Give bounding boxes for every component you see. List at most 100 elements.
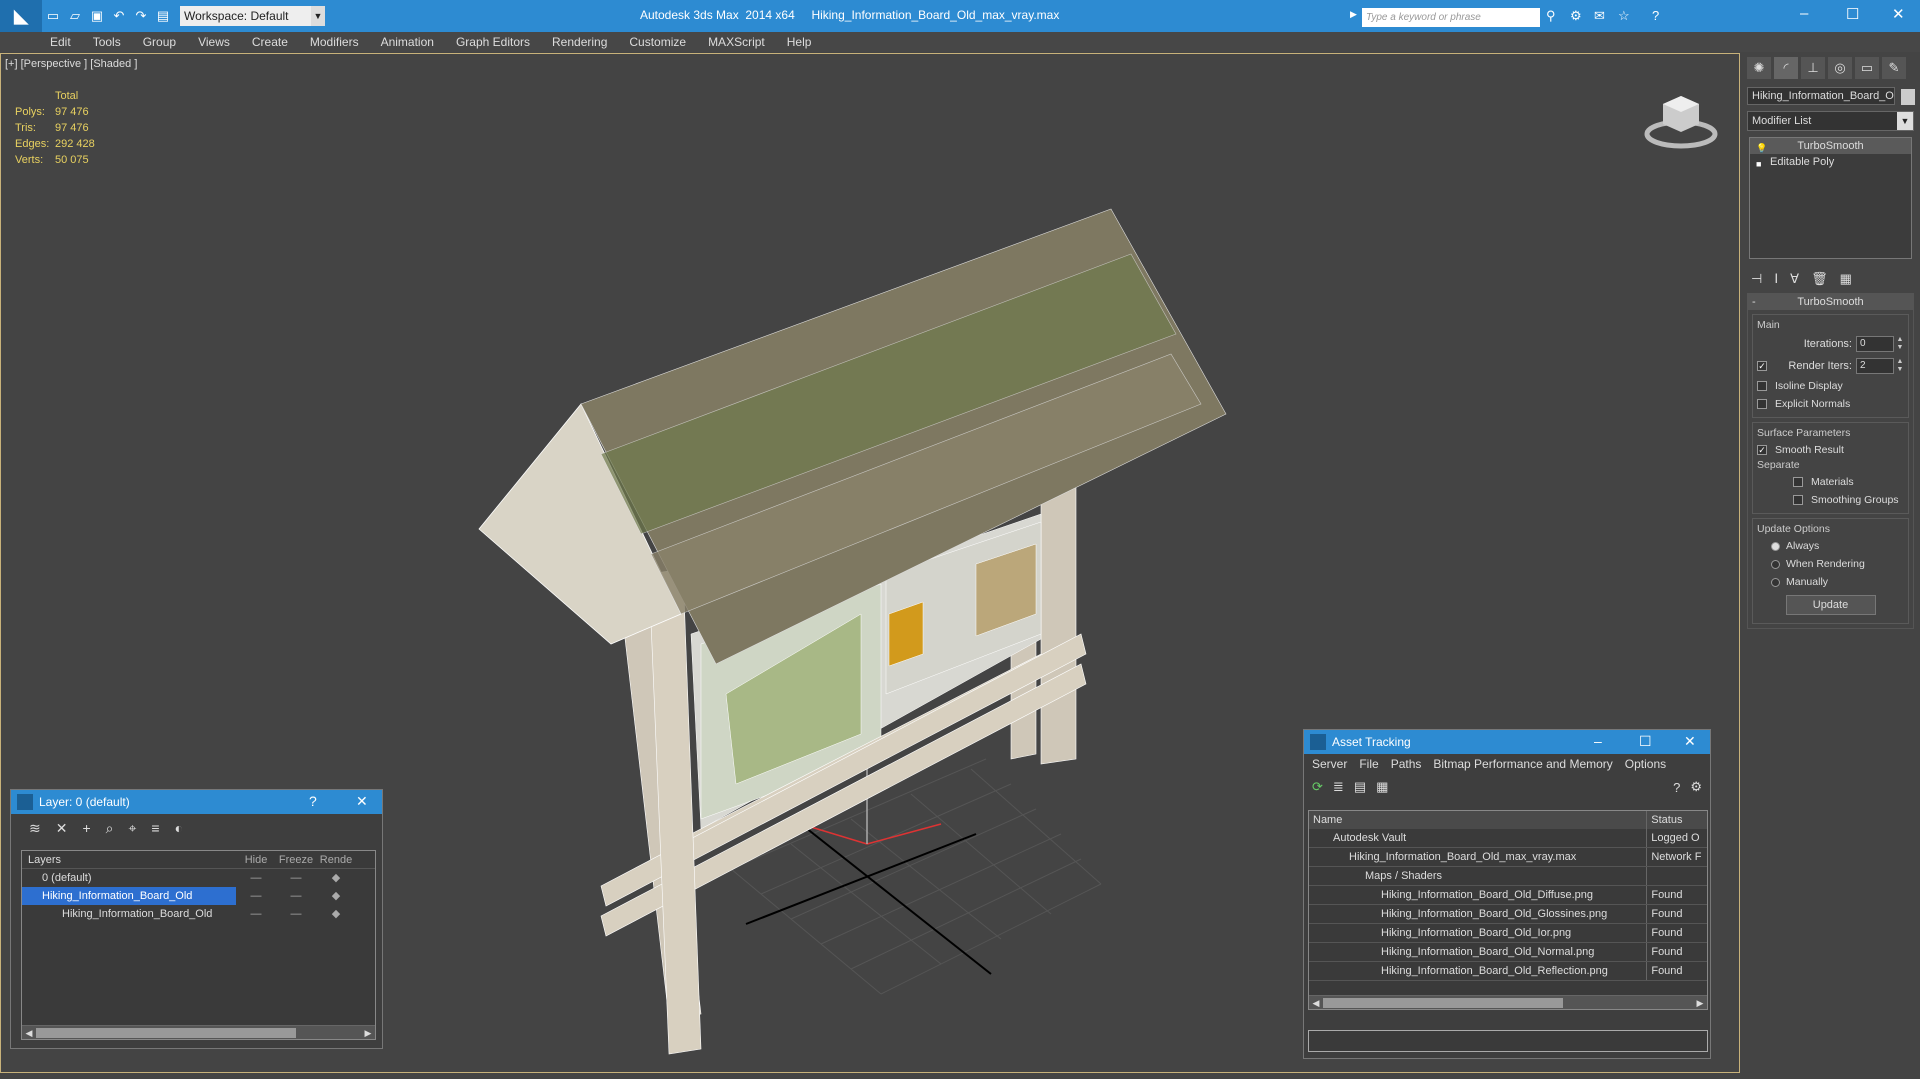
spinner-arrows-icon[interactable]: ▲ ▼ [1896,336,1904,352]
motion-tab-icon[interactable]: ◎ [1828,57,1852,79]
render-toggle-icon[interactable]: ◆ [316,887,356,905]
help-icon[interactable]: ? [1652,8,1659,23]
scroll-right-icon[interactable]: ▶ [361,1026,375,1040]
menu-options[interactable]: Options [1625,757,1666,771]
show-end-result-icon[interactable]: Ⅰ [1774,271,1778,286]
horizontal-scrollbar[interactable]: ◀ ▶ [22,1025,375,1039]
menu-file[interactable]: File [1359,757,1378,771]
update-button[interactable]: Update [1785,595,1876,615]
when-rendering-row[interactable]: When Rendering [1757,555,1904,573]
search-input[interactable]: Type a keyword or phrase [1362,8,1540,27]
scroll-thumb[interactable] [1323,998,1563,1008]
expand-icon[interactable]: ■ [1756,156,1764,169]
menu-views[interactable]: Views [198,35,230,49]
minimize-button[interactable]: – [1800,5,1808,22]
menu-maxscript[interactable]: MAXScript [708,35,765,49]
delete-icon[interactable]: ✕ [56,820,68,837]
new-file-icon[interactable]: ▭ [42,5,64,27]
column-header-freeze[interactable]: Freeze [276,851,316,868]
asset-row[interactable]: Maps / Shaders [1309,867,1707,886]
menu-customize[interactable]: Customize [629,35,686,49]
explicit-normals-checkbox[interactable] [1757,399,1767,409]
window-titlebar[interactable]: Asset Tracking – ☐ ✕ [1304,730,1710,754]
scroll-thumb[interactable] [36,1028,296,1038]
explicit-normals-row[interactable]: Explicit Normals [1757,395,1904,413]
column-header-hide[interactable]: Hide [236,851,276,868]
menu-help[interactable]: Help [787,35,812,49]
display-tab-icon[interactable]: ▭ [1855,57,1879,79]
asset-row[interactable]: Hiking_Information_Board_Old_Normal.png F… [1309,943,1707,962]
detail-view-icon[interactable]: ▤ [1354,779,1366,795]
menu-animation[interactable]: Animation [381,35,434,49]
menu-group[interactable]: Group [143,35,176,49]
spinner-arrows-icon[interactable]: ▲ ▼ [1896,358,1904,374]
menu-bitmap-performance[interactable]: Bitmap Performance and Memory [1433,757,1612,771]
menu-edit[interactable]: Edit [50,35,71,49]
close-icon[interactable]: ✕ [1684,733,1696,750]
window-titlebar[interactable]: Layer: 0 (default) ? ✕ [11,790,382,814]
viewcube-icon[interactable] [1641,84,1721,154]
menu-modifiers[interactable]: Modifiers [310,35,359,49]
refresh-icon[interactable]: ⟳ [1312,779,1323,795]
viewport-label[interactable]: [+] [Perspective ] [Shaded ] [5,58,137,70]
asset-row[interactable]: Hiking_Information_Board_Old_Reflection.… [1309,962,1707,981]
help-icon[interactable]: ? [1673,780,1680,795]
object-name-field[interactable]: Hiking_Information_Board_Ol [1747,87,1895,105]
close-button[interactable]: ✕ [1892,5,1905,23]
asset-row[interactable]: Autodesk Vault Logged O [1309,829,1707,848]
menu-tools[interactable]: Tools [93,35,121,49]
menu-graph-editors[interactable]: Graph Editors [456,35,530,49]
remove-modifier-icon[interactable]: 🗑 [1811,271,1828,286]
materials-checkbox[interactable] [1793,477,1803,487]
undo-icon[interactable]: ↶ [108,5,130,27]
manually-radio[interactable] [1771,577,1780,587]
redo-icon[interactable]: ↷ [130,5,152,27]
layer-name[interactable]: Hiking_Information_Board_Old [22,887,236,905]
layer-row[interactable]: Hiking_Information_Board_Old — — ◆ [22,905,375,923]
modifier-list-dropdown[interactable]: Modifier List ▼ [1747,111,1914,131]
manually-row[interactable]: Manually [1757,573,1904,591]
layer-name[interactable]: Hiking_Information_Board_Old [22,905,236,923]
layer-name[interactable]: 0 (default) [22,869,236,887]
subscription-icon[interactable]: ⚙ [1570,8,1582,24]
rollout-header[interactable]: - TurboSmooth [1748,294,1913,310]
stack-item-editable-poly[interactable]: ■ Editable Poly [1750,154,1911,170]
menu-rendering[interactable]: Rendering [552,35,607,49]
select-layer-icon[interactable]: ⌖ [129,820,137,837]
hierarchy-tab-icon[interactable]: ⊥ [1801,57,1825,79]
create-tab-icon[interactable]: ✺ [1747,57,1771,79]
favorites-star-icon[interactable]: ☆ [1618,8,1630,24]
app-menu-button[interactable]: ◣ [0,0,42,32]
menu-paths[interactable]: Paths [1391,757,1422,771]
help-button[interactable]: ? [309,793,317,809]
smooth-result-checkbox[interactable]: ✓ [1757,445,1767,455]
project-folder-icon[interactable]: ▤ [152,5,174,27]
menu-create[interactable]: Create [252,35,288,49]
settings-icon[interactable]: ⚙ [1690,779,1702,795]
render-iters-spinner[interactable]: 2 [1856,358,1894,374]
asset-path-input[interactable] [1308,1030,1708,1052]
pin-stack-icon[interactable]: ⊣ [1751,271,1762,286]
binoculars-icon[interactable]: ⚲ [1546,8,1556,24]
render-iters-checkbox[interactable]: ✓ [1757,361,1767,371]
table-view-icon[interactable]: ▦ [1376,779,1388,795]
save-file-icon[interactable]: ▣ [86,5,108,27]
column-header-status[interactable]: Status [1647,811,1707,829]
layer-row[interactable]: 0 (default) — — ◆ [22,869,375,887]
render-toggle-icon[interactable]: ◆ [316,905,356,923]
asset-row[interactable]: Hiking_Information_Board_Old_max_vray.ma… [1309,848,1707,867]
stack-item-turbosmooth[interactable]: 💡 TurboSmooth [1750,138,1911,154]
hide-toggle[interactable]: — [236,887,276,905]
configure-sets-icon[interactable]: ▦ [1840,271,1852,286]
freeze-toggle[interactable]: — [276,905,316,923]
freeze-toggle[interactable]: — [276,869,316,887]
isoline-display-row[interactable]: Isoline Display [1757,377,1904,395]
render-toggle-icon[interactable]: ◆ [316,869,356,887]
hide-toggle[interactable]: — [236,905,276,923]
freeze-toggle[interactable]: — [276,887,316,905]
column-header-layers[interactable]: Layers [22,851,236,868]
column-header-render[interactable]: Rende [316,851,356,868]
minimize-button[interactable]: – [1594,733,1602,749]
asset-row[interactable]: Hiking_Information_Board_Old_Glossines.p… [1309,905,1707,924]
asset-row[interactable]: Hiking_Information_Board_Old_Ior.png Foun… [1309,924,1707,943]
